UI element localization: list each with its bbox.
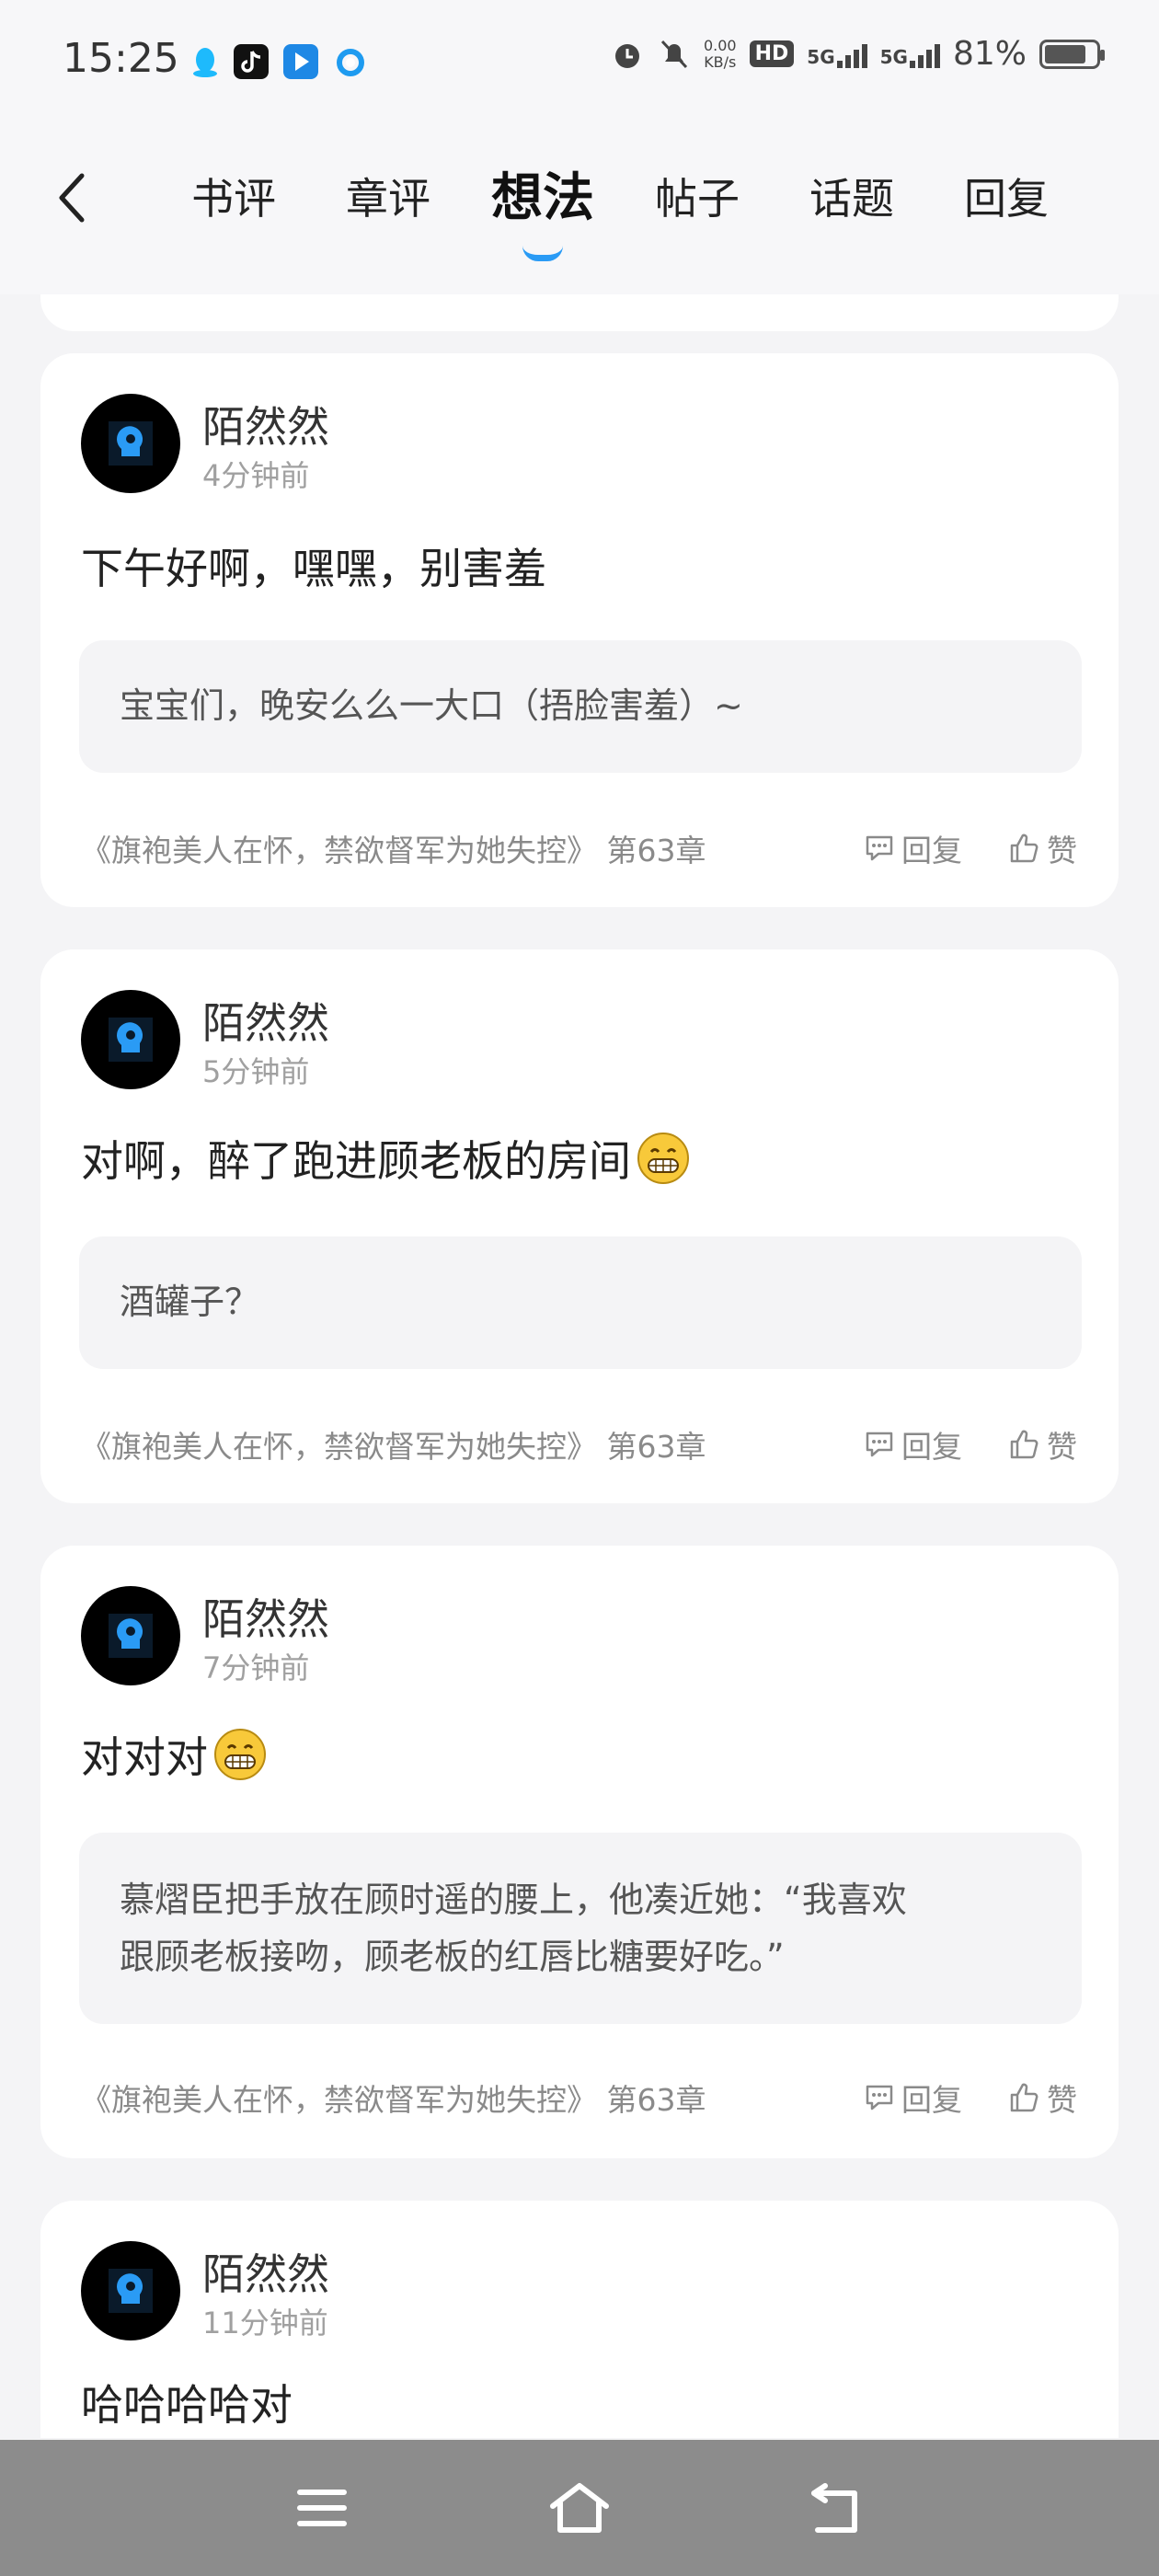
signal-bars-icon [836,40,867,68]
tab-posts[interactable]: 帖子 [620,162,775,236]
post-time: 4分钟前 [202,458,310,493]
post-time: 5分钟前 [202,1054,310,1089]
post-content: 对对对 [81,1724,267,1785]
grinning-face-icon [214,1729,266,1780]
thumbs-up-icon [1010,2083,1039,2112]
avatar[interactable] [81,990,180,1089]
mute-bell-icon [660,40,688,68]
chevron-left-icon [59,173,85,223]
qq-penguin-icon [193,48,217,77]
post-content: 哈哈哈哈对 [81,2380,293,2430]
post-content: 对啊，醉了跑进顾老板的房间 [81,1128,690,1189]
status-time: 15:25 [63,35,179,82]
post-card-partial [40,294,1119,331]
head-avatar-icon [109,1614,153,1658]
post-card[interactable]: 陌然然 11分钟前 哈哈哈哈对 [40,2201,1119,2438]
post-card[interactable]: 陌然然 5分钟前 对啊，醉了跑进顾老板的房间 酒罐子？ 《旗袍美人在怀，禁欲督军… [40,949,1119,1503]
book-source-link[interactable]: 《旗袍美人在怀，禁欲督军为她失控》 第63章 [81,1422,706,1466]
post-card[interactable]: 陌然然 7分钟前 对对对 慕熠臣把手放在顾时遥的腰上，他凑近她：“我喜欢 跟顾老… [40,1546,1119,2158]
back-nav-button[interactable] [800,2471,874,2545]
post-time: 11分钟前 [202,2306,328,2340]
username[interactable]: 陌然然 [202,394,329,454]
username[interactable]: 陌然然 [202,2241,329,2302]
bilibili-icon [283,44,318,79]
reply-button[interactable]: 回复 [863,826,962,870]
tab-book-review[interactable]: 书评 [156,162,311,236]
tab-thoughts[interactable]: 想法 [465,162,620,236]
signal-2: 5G [880,40,940,68]
username[interactable]: 陌然然 [202,1586,329,1647]
tab-replies[interactable]: 回复 [929,162,1084,236]
avatar[interactable] [81,1586,180,1685]
head-avatar-icon [109,2269,153,2313]
thumbs-up-icon [1010,834,1039,863]
tiktok-icon [234,44,269,79]
status-bar: 15:25 0.00 KB/s HD 5G 5G 81% [0,0,1159,129]
book-source-link[interactable]: 《旗袍美人在怀，禁欲督军为她失控》 第63章 [81,826,706,870]
home-icon [550,2483,609,2533]
grinning-face-icon [637,1133,689,1184]
signal-1: 5G [807,40,867,68]
back-icon [811,2483,857,2533]
like-button[interactable]: 赞 [1008,2076,1077,2120]
username[interactable]: 陌然然 [202,990,329,1051]
post-content-text: 对啊，醉了跑进顾老板的房间 [81,1136,631,1186]
book-source-link[interactable]: 《旗袍美人在怀，禁欲督军为她失控》 第63章 [81,2076,706,2120]
network-speed: 0.00 KB/s [703,36,737,71]
post-content-text: 对对对 [81,1732,208,1782]
back-button[interactable] [40,166,105,230]
comment-icon [866,2085,893,2110]
tab-topics[interactable]: 话题 [775,162,929,236]
tab-chapter-review[interactable]: 章评 [311,162,465,236]
hd-badge: HD [749,40,795,67]
post-content: 下午好啊，嘿嘿，别害羞 [81,544,546,593]
quoted-text[interactable]: 宝宝们，晚安么么一大口（捂脸害羞）~ [79,640,1082,773]
avatar[interactable] [81,2241,180,2340]
quoted-text-line: 慕熠臣把手放在顾时遥的腰上，他凑近她：“我喜欢 [120,1880,907,1920]
system-nav-bar [0,2440,1159,2576]
menu-icon [297,2490,347,2526]
comment-icon [866,1432,893,1457]
like-button[interactable]: 赞 [1008,826,1077,870]
comment-icon [866,835,893,861]
alarm-icon [614,43,639,68]
post-card[interactable]: 陌然然 4分钟前 下午好啊，嘿嘿，别害羞 宝宝们，晚安么么一大口（捂脸害羞）~ … [40,353,1119,907]
head-avatar-icon [109,1018,153,1062]
tab-bar: 书评 章评 想法 帖子 话题 回复 [156,162,1084,236]
thoughts-feed[interactable]: 陌然然 4分钟前 下午好啊，嘿嘿，别害羞 宝宝们，晚安么么一大口（捂脸害羞）~ … [0,294,1159,2438]
reply-button[interactable]: 回复 [863,1422,962,1466]
browser-icon [337,49,364,76]
battery-icon [1039,39,1105,69]
thumbs-up-icon [1010,1430,1039,1459]
quoted-text-line: 跟顾老板接吻，顾老板的红唇比糖要好吃。” [120,1937,785,1977]
head-avatar-icon [109,421,153,466]
avatar[interactable] [81,394,180,493]
quoted-text[interactable]: 酒罐子？ [79,1236,1082,1369]
home-button[interactable] [543,2471,616,2545]
battery-percent: 81% [952,35,1027,73]
like-button[interactable]: 赞 [1008,1422,1077,1466]
menu-button[interactable] [285,2471,359,2545]
quoted-text[interactable]: 慕熠臣把手放在顾时遥的腰上，他凑近她：“我喜欢 跟顾老板接吻，顾老板的红唇比糖要… [79,1833,1082,2024]
signal-bars-icon [909,40,940,68]
post-time: 7分钟前 [202,1650,310,1685]
reply-button[interactable]: 回复 [863,2076,962,2120]
header: 书评 章评 想法 帖子 话题 回复 [0,129,1159,294]
